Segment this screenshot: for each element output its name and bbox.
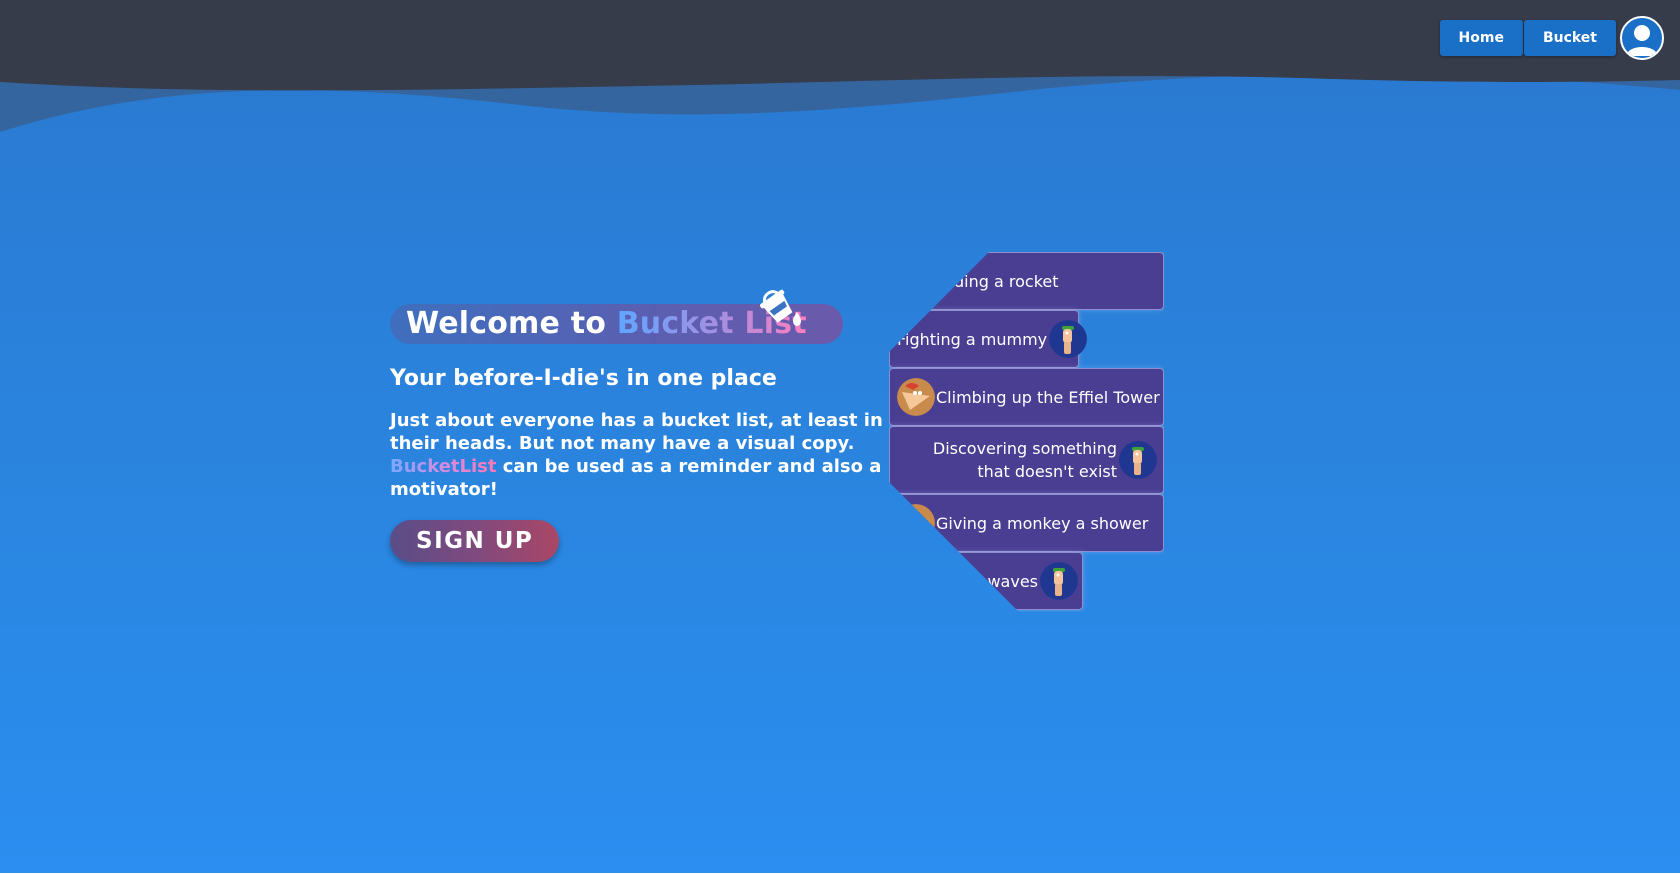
bucket-card-label: Discovering something that doesn't exist xyxy=(932,439,1117,481)
bucket-button[interactable]: Bucket xyxy=(1523,20,1616,56)
ferb-avatar-icon xyxy=(1040,562,1078,600)
description-brand: BucketList xyxy=(390,456,497,477)
bucket-card[interactable]: Fighting a mummy xyxy=(889,310,1088,368)
ferb-avatar-icon xyxy=(1049,320,1088,358)
hero-section: Welcome to Bucket List Your before-I-die… xyxy=(390,289,890,562)
top-nav: Home Bucket xyxy=(1439,20,1616,56)
bucket-card[interactable]: Climbing up the Effiel Tower xyxy=(889,368,1164,426)
phineas-avatar-icon xyxy=(897,378,935,416)
user-avatar-button[interactable] xyxy=(1620,16,1664,60)
hero-description: Just about everyone has a bucket list, a… xyxy=(390,409,890,501)
header-waves xyxy=(0,0,1680,132)
bucket-card-label: Surfing tidal waves xyxy=(884,571,1038,591)
bucket-card[interactable]: Surfing tidal waves xyxy=(889,552,1083,610)
bucket-card-label: Building a rocket xyxy=(924,271,1059,291)
landing-page: Home Bucket Welcome to Bucket List Your … xyxy=(0,0,1680,874)
bucket-card-label: Fighting a mummy xyxy=(897,329,1048,349)
bucket-card[interactable]: Building a rocket xyxy=(889,252,1164,310)
signup-button[interactable]: SIGN UP xyxy=(390,520,560,562)
bucket-items-showcase: Building a rocket Fighting a mummy Climb… xyxy=(889,252,1164,612)
phineas-avatar-icon xyxy=(897,504,935,542)
bucket-card[interactable]: Giving a monkey a shower xyxy=(889,494,1164,552)
description-text-1: Just about everyone has a bucket list, a… xyxy=(390,410,883,454)
hero-subtitle: Your before-I-die's in one place xyxy=(390,366,777,391)
bucket-card[interactable]: Discovering something that doesn't exist xyxy=(889,426,1164,494)
paint-bucket-icon xyxy=(760,289,801,326)
bucket-card-label: Giving a monkey a shower xyxy=(936,513,1149,533)
bucket-card-label: Climbing up the Effiel Tower xyxy=(936,387,1160,407)
ferb-avatar-icon xyxy=(1119,441,1157,479)
page-title: Welcome to Bucket List xyxy=(390,289,843,344)
user-circle-icon xyxy=(1626,25,1658,56)
home-button[interactable]: Home xyxy=(1439,20,1523,56)
title-prefix: Welcome to xyxy=(406,306,607,341)
